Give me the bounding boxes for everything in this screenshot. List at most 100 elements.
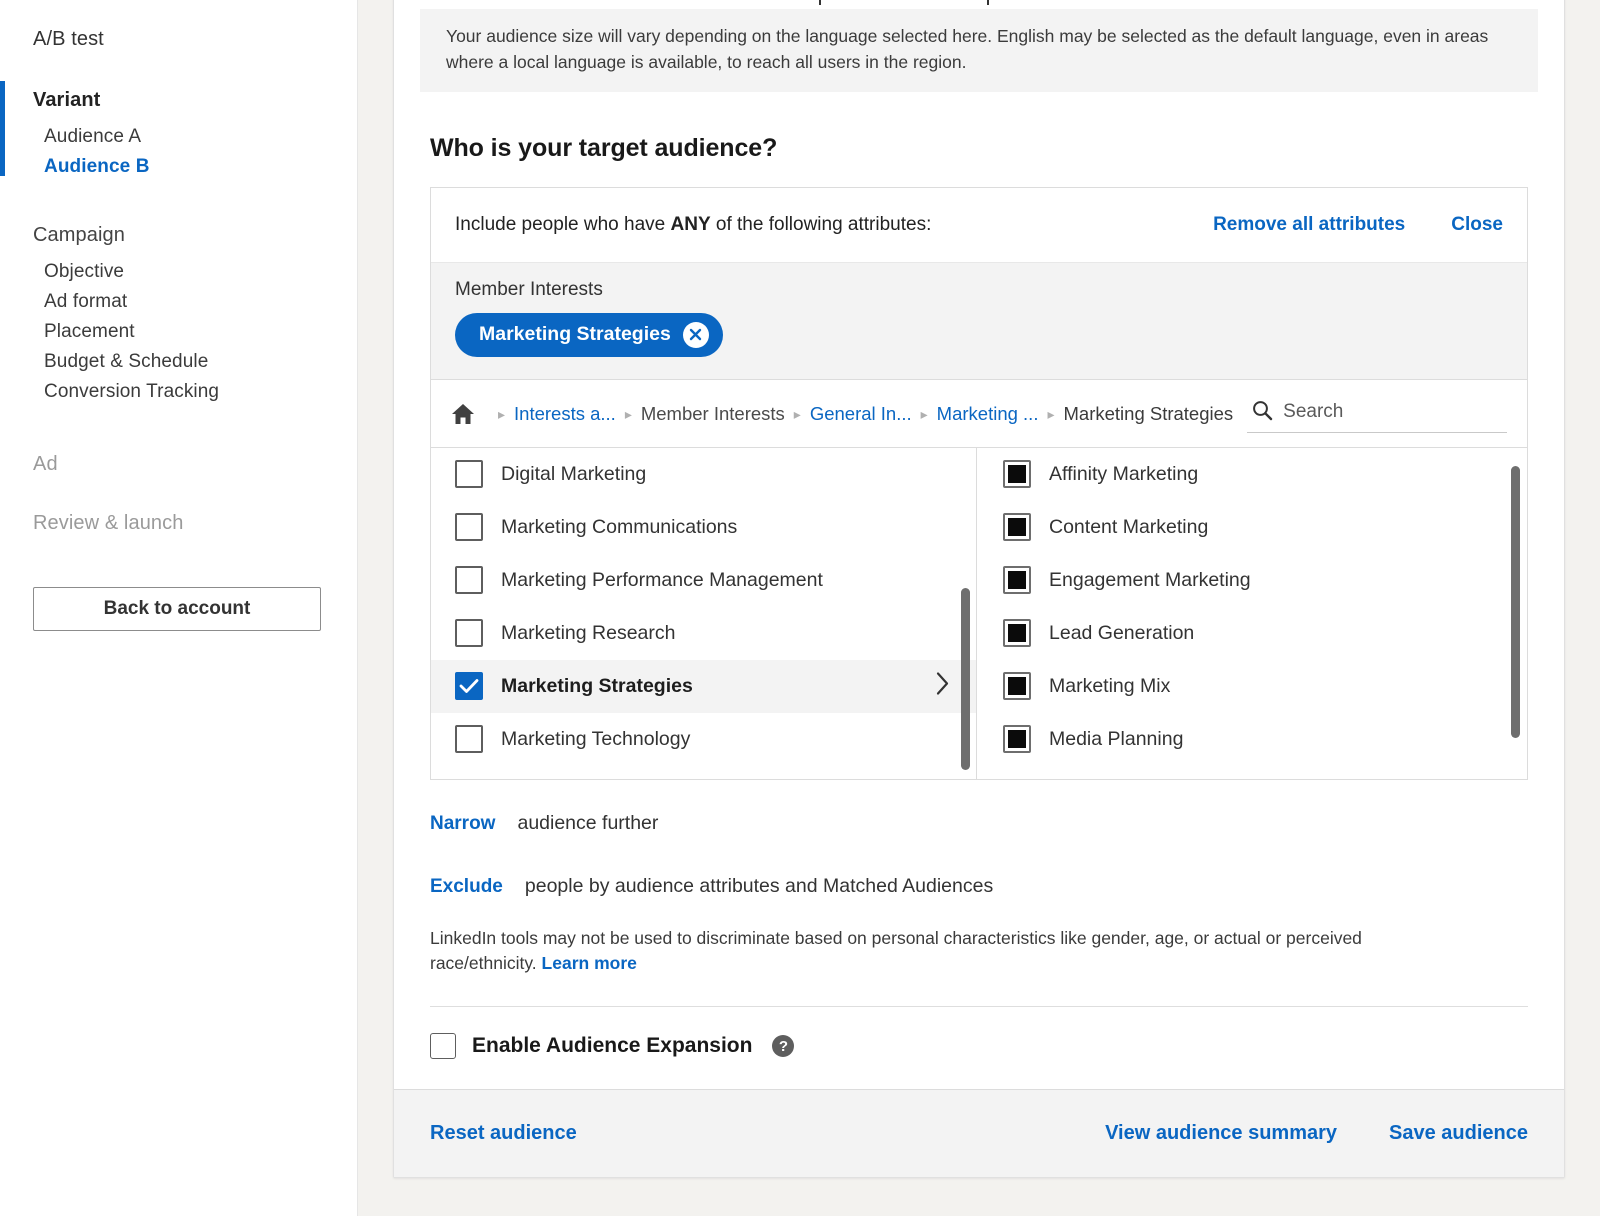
audience-expansion-row[interactable]: Enable Audience Expansion ? [394, 1007, 1564, 1089]
list-item-selected[interactable]: Marketing Strategies [431, 660, 976, 713]
reset-audience-button[interactable]: Reset audience [430, 1122, 577, 1145]
card-footer: Reset audience View audience summary Sav… [394, 1089, 1564, 1177]
attributes-header-suffix: of the following attributes: [716, 214, 931, 235]
learn-more-link[interactable]: Learn more [542, 953, 637, 973]
checkbox-icon[interactable] [455, 619, 483, 647]
sidebar-group-campaign-title: Campaign [33, 224, 357, 247]
app-root: A/B test Variant Audience A Audience B C… [0, 0, 1600, 1216]
breadcrumb: ▸ Interests a... ▸ Member Interests ▸ Ge… [431, 379, 1527, 447]
profile-language-select[interactable]: English [819, 0, 989, 5]
sidebar-item-placement[interactable]: Placement [33, 317, 357, 347]
close-attributes-button[interactable]: Close [1451, 214, 1503, 236]
back-to-account-button[interactable]: Back to account [33, 587, 321, 631]
list-item-label: Lead Generation [1049, 622, 1194, 645]
checkbox-checked-icon[interactable] [455, 672, 483, 700]
list-item-label: Engagement Marketing [1049, 569, 1251, 592]
sidebar-item-audience-a[interactable]: Audience A [33, 122, 357, 152]
attribute-chip-marketing-strategies[interactable]: Marketing Strategies [455, 313, 723, 357]
list-item-label: Marketing Communications [501, 516, 737, 539]
list-item-label: Marketing Performance Management [501, 569, 823, 592]
checkbox-icon[interactable] [455, 725, 483, 753]
search-icon [1251, 399, 1273, 426]
list-item[interactable]: Content Marketing [977, 501, 1527, 554]
selected-attributes-group-label: Member Interests [455, 279, 1503, 301]
attributes-header-text: Include people who have ANY of the follo… [455, 214, 1213, 236]
home-icon[interactable] [451, 403, 475, 425]
sidebar-item-review-launch[interactable]: Review & launch [0, 512, 357, 535]
sidebar-item-budget-schedule[interactable]: Budget & Schedule [33, 347, 357, 377]
right-list-scrollbar[interactable] [1511, 466, 1520, 738]
checkbox-icon[interactable] [455, 460, 483, 488]
breadcrumb-separator: ▸ [794, 406, 801, 423]
breadcrumb-separator: ▸ [921, 406, 928, 423]
breadcrumb-item-interests[interactable]: Interests a... [514, 403, 616, 425]
breadcrumb-separator: ▸ [498, 406, 505, 423]
list-item-label: Content Marketing [1049, 516, 1208, 539]
narrow-row: Narrow audience further [394, 780, 1564, 835]
remove-chip-icon[interactable] [683, 322, 709, 348]
sidebar-item-ab-test[interactable]: A/B test [0, 22, 357, 51]
sidebar-item-audience-b[interactable]: Audience B [33, 152, 357, 182]
sidebar-group-variant: Variant Audience A Audience B [0, 89, 357, 182]
sidebar-item-ad-format[interactable]: Ad format [33, 287, 357, 317]
list-item-label: Digital Marketing [501, 463, 646, 486]
list-item[interactable]: Marketing Performance Management [431, 554, 976, 607]
audience-card: Your audience has their Profile Language… [393, 0, 1565, 1178]
sidebar-item-objective[interactable]: Objective [33, 257, 357, 287]
attributes-header-prefix: Include people who have [455, 214, 665, 235]
attribute-chip-label: Marketing Strategies [479, 323, 671, 346]
checkbox-partial-icon[interactable] [1003, 725, 1031, 753]
sidebar-item-conversion-tracking[interactable]: Conversion Tracking [33, 377, 357, 407]
category-list-right: Affinity Marketing Content Marketing Eng… [977, 448, 1527, 779]
remove-all-attributes-button[interactable]: Remove all attributes [1213, 214, 1405, 236]
list-item[interactable]: Marketing Mix [977, 660, 1527, 713]
left-list-scrollbar[interactable] [961, 588, 970, 770]
list-item-label: Marketing Strategies [501, 675, 693, 698]
checkbox-icon[interactable] [455, 566, 483, 594]
view-audience-summary-button[interactable]: View audience summary [1105, 1122, 1337, 1145]
list-item-label: Marketing Research [501, 622, 676, 645]
breadcrumb-item-general-interests[interactable]: General In... [810, 403, 912, 425]
profile-language-row: Your audience has their Profile Language… [394, 0, 1564, 5]
checkbox-partial-icon[interactable] [1003, 619, 1031, 647]
list-item[interactable]: Marketing Research [431, 607, 976, 660]
list-item-label: Marketing Technology [501, 728, 690, 751]
spacer [0, 476, 357, 512]
save-audience-button[interactable]: Save audience [1389, 1122, 1528, 1145]
checkbox-partial-icon[interactable] [1003, 672, 1031, 700]
category-browser: Digital Marketing Marketing Communicatio… [431, 447, 1527, 779]
spacer [0, 407, 357, 453]
search-placeholder: Search [1283, 401, 1343, 423]
breadcrumb-item-marketing[interactable]: Marketing ... [937, 403, 1039, 425]
question-mark-icon[interactable]: ? [772, 1035, 794, 1057]
search-field[interactable]: Search [1247, 396, 1507, 433]
sidebar-group-campaign: Campaign Objective Ad format Placement B… [0, 224, 357, 407]
checkbox-partial-icon[interactable] [1003, 460, 1031, 488]
sidebar-item-ad[interactable]: Ad [0, 453, 357, 476]
left-sidebar: A/B test Variant Audience A Audience B C… [0, 0, 358, 1216]
checkbox-partial-icon[interactable] [1003, 513, 1031, 541]
list-item[interactable]: Digital Marketing [431, 448, 976, 501]
list-item[interactable]: Affinity Marketing [977, 448, 1527, 501]
exclude-audience-link[interactable]: Exclude [430, 876, 503, 898]
breadcrumb-item-member-interests[interactable]: Member Interests [641, 403, 785, 425]
checkbox-partial-icon[interactable] [1003, 566, 1031, 594]
list-item[interactable]: Media Planning [977, 713, 1527, 766]
checkbox-icon[interactable] [455, 513, 483, 541]
back-to-account-wrap: Back to account [0, 587, 357, 631]
audience-expansion-label: Enable Audience Expansion [472, 1034, 752, 1058]
list-item[interactable]: Marketing Technology [431, 713, 976, 766]
list-item[interactable]: Engagement Marketing [977, 554, 1527, 607]
narrow-audience-link[interactable]: Narrow [430, 813, 495, 835]
breadcrumb-item-marketing-strategies: Marketing Strategies [1064, 403, 1234, 425]
list-item[interactable]: Marketing Communications [431, 501, 976, 554]
list-item[interactable]: Lead Generation [977, 607, 1527, 660]
list-item-label: Media Planning [1049, 728, 1183, 751]
attributes-panel: Include people who have ANY of the follo… [430, 187, 1528, 780]
attributes-header: Include people who have ANY of the follo… [431, 188, 1527, 262]
chevron-right-icon[interactable] [936, 672, 950, 701]
list-item-label: Affinity Marketing [1049, 463, 1198, 486]
main-content: Your audience has their Profile Language… [358, 0, 1600, 1216]
audience-expansion-checkbox[interactable] [430, 1033, 456, 1059]
selected-attributes-area: Member Interests Marketing Strategies [431, 262, 1527, 379]
